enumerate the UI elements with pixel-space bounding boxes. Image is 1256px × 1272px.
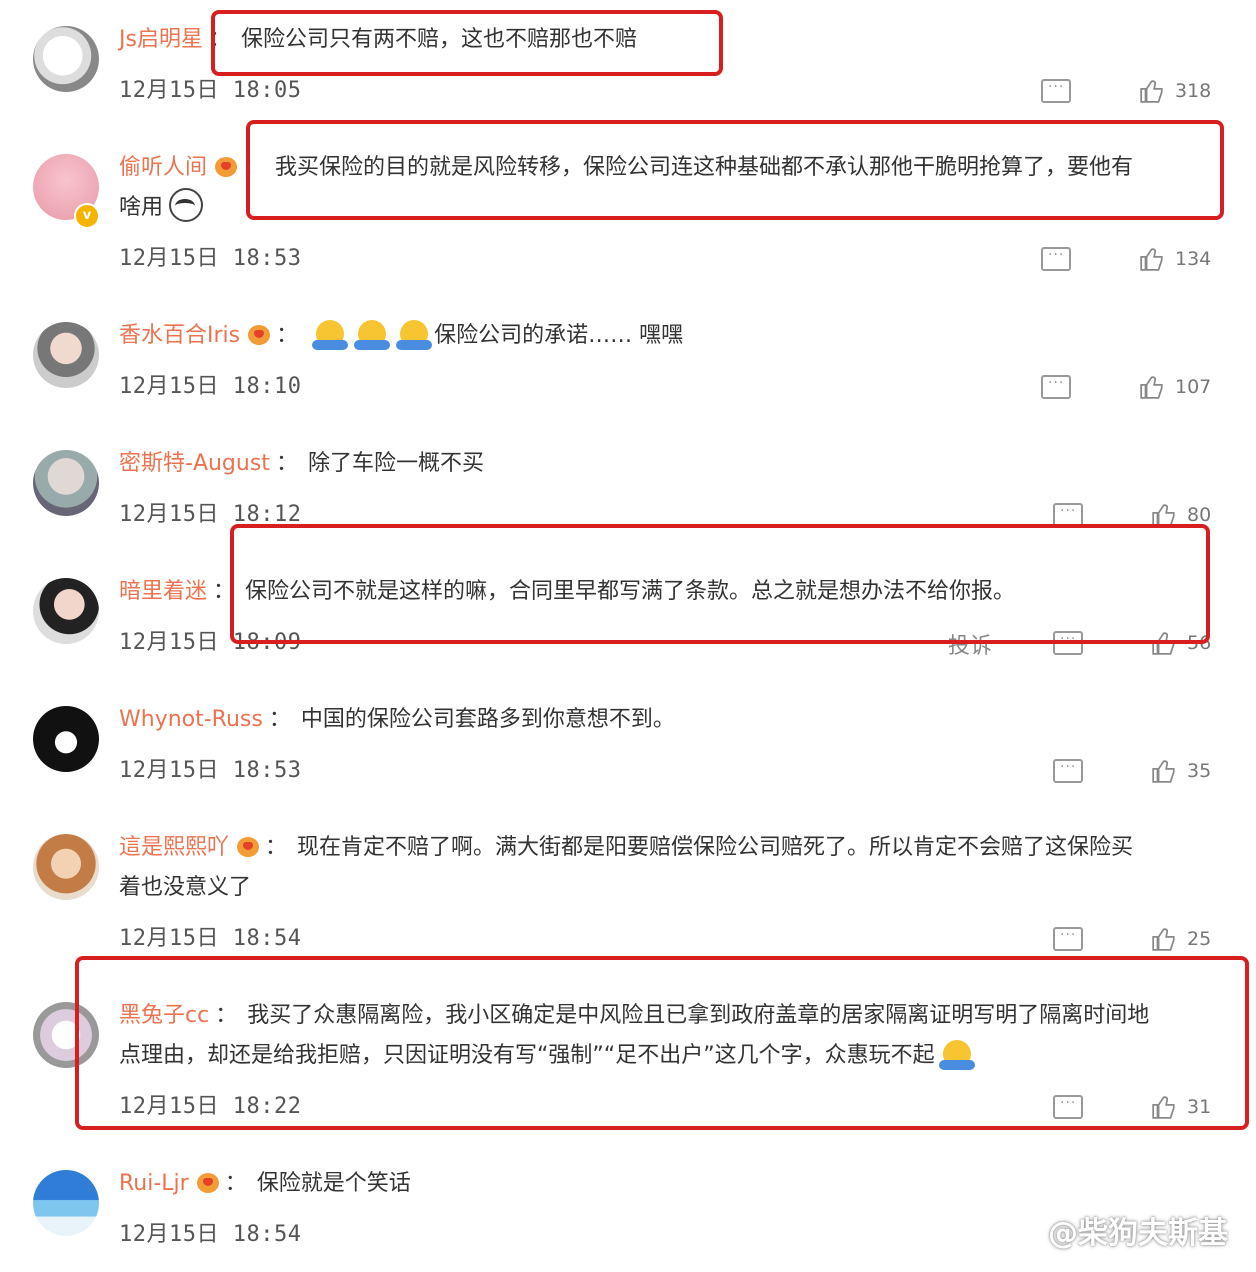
like-button[interactable]: 31	[1151, 1092, 1211, 1122]
avatar[interactable]	[33, 1170, 99, 1236]
username[interactable]: Js启明星	[119, 27, 203, 52]
like-button[interactable]: 56	[1151, 628, 1211, 658]
comment-text: 现在肯定不赔了啊。满大街都是阳要赔偿保险公司赔死了。所以肯定不会赔了这保险买	[297, 835, 1134, 860]
laughing-emoji-icon	[169, 188, 204, 222]
comment-text: 保险公司的承诺…… 嘿嘿	[434, 323, 684, 348]
thumbs-up-icon	[1140, 376, 1163, 399]
username[interactable]: 這是熙熙吖	[119, 835, 229, 860]
avatar[interactable]	[33, 578, 99, 644]
watermark: @柴狗夫斯基	[1048, 1216, 1228, 1251]
shrug-emoji-icon	[312, 320, 349, 350]
shrug-emoji-icon	[354, 320, 391, 350]
username[interactable]: Whynot-Russ	[119, 707, 263, 732]
timestamp: 12月15日 18:54	[119, 926, 302, 951]
reply-icon[interactable]	[1053, 1095, 1083, 1119]
like-button[interactable]: 134	[1139, 244, 1211, 274]
colon: ：	[243, 155, 266, 180]
username[interactable]: 黑兔子cc	[119, 1003, 209, 1028]
timestamp: 12月15日 18:22	[119, 1094, 302, 1119]
avatar[interactable]	[33, 706, 99, 772]
like-count: 56	[1187, 632, 1212, 654]
reply-icon[interactable]	[1041, 375, 1071, 399]
thumbs-up-icon	[1152, 928, 1175, 951]
comment-text: 中国的保险公司套路多到你意想不到。	[300, 707, 675, 732]
avatar[interactable]	[33, 322, 99, 388]
avatar[interactable]	[33, 1002, 99, 1068]
thumbs-up-icon	[1152, 1096, 1175, 1119]
avatar[interactable]	[33, 450, 99, 516]
comment-text: 我买了众惠隔离险，我小区确定是中风险且已拿到政府盖章的居家隔离证明写明了隔离时间…	[247, 1003, 1150, 1028]
comment-text: 除了车险一概不买	[307, 451, 484, 476]
username[interactable]: Rui-Ljr	[119, 1171, 189, 1196]
comment-text: 我买保险的目的就是风险转移，保险公司连这种基础都不承认那他干脆明抢算了，要他有	[275, 155, 1134, 180]
avatar[interactable]	[33, 834, 99, 900]
timestamp: 12月15日 18:54	[119, 1222, 302, 1247]
reply-icon[interactable]	[1053, 503, 1083, 527]
like-count: 134	[1175, 248, 1212, 270]
colon: ：	[265, 835, 288, 860]
comment-text: 保险公司只有两不赔，这也不赔那也不赔	[240, 27, 637, 52]
report-link[interactable]: 投诉	[948, 628, 992, 660]
shrug-emoji-icon	[938, 1040, 975, 1070]
thumbs-up-icon	[1140, 248, 1163, 271]
thumbs-up-icon	[1152, 632, 1175, 655]
colon: ：	[213, 579, 236, 604]
fan-badge-icon	[248, 325, 271, 345]
thumbs-up-icon	[1152, 760, 1175, 783]
username[interactable]: 偷听人间	[119, 155, 207, 180]
timestamp: 12月15日 18:10	[119, 374, 302, 399]
colon: ：	[215, 1003, 238, 1028]
fan-badge-icon	[215, 157, 238, 177]
like-count: 25	[1187, 928, 1212, 950]
colon: ：	[268, 707, 291, 732]
like-count: 80	[1187, 504, 1212, 526]
comment-text-cont: 着也没意义了	[119, 875, 252, 900]
reply-icon[interactable]	[1041, 79, 1071, 103]
timestamp: 12月15日 18:53	[119, 246, 302, 271]
like-button[interactable]: 35	[1151, 756, 1211, 786]
colon: ：	[276, 323, 299, 348]
username[interactable]: 香水百合Iris	[119, 323, 240, 348]
thumbs-up-icon	[1140, 80, 1163, 103]
username[interactable]: 密斯特-August	[119, 451, 270, 476]
like-count: 35	[1187, 760, 1212, 782]
like-button[interactable]: 107	[1139, 372, 1211, 402]
shrug-emoji-icon	[396, 320, 433, 350]
reply-icon[interactable]	[1041, 247, 1071, 271]
colon: ：	[208, 27, 231, 52]
colon: ：	[275, 451, 298, 476]
comment-text-cont: 啥用	[119, 195, 164, 220]
comment-text: 保险公司不就是这样的嘛，合同里早都写满了条款。总之就是想办法不给你报。	[245, 579, 1016, 604]
reply-icon[interactable]	[1053, 631, 1083, 655]
avatar[interactable]	[33, 26, 99, 92]
colon: ：	[224, 1171, 247, 1196]
timestamp: 12月15日 18:09	[119, 630, 302, 655]
fan-badge-icon	[196, 1173, 219, 1193]
like-button[interactable]: 80	[1151, 500, 1211, 530]
fan-badge-icon	[237, 837, 260, 857]
like-count: 107	[1175, 376, 1212, 398]
comment-text-cont: 点理由，却还是给我拒赔，只因证明没有写“强制”“足不出户”这几个字，众惠玩不起	[119, 1043, 935, 1068]
username[interactable]: 暗里着迷	[119, 579, 207, 604]
like-button[interactable]: 318	[1139, 76, 1211, 106]
like-count: 318	[1175, 80, 1212, 102]
reply-icon[interactable]	[1053, 759, 1083, 783]
timestamp: 12月15日 18:53	[119, 758, 302, 783]
timestamp: 12月15日 18:05	[119, 78, 302, 103]
verified-badge: v	[74, 203, 100, 229]
comment-text: 保险就是个笑话	[256, 1171, 411, 1196]
timestamp: 12月15日 18:12	[119, 502, 302, 527]
reply-icon[interactable]	[1053, 927, 1083, 951]
thumbs-up-icon	[1152, 504, 1175, 527]
like-button[interactable]: 25	[1151, 924, 1211, 954]
like-count: 31	[1187, 1096, 1212, 1118]
